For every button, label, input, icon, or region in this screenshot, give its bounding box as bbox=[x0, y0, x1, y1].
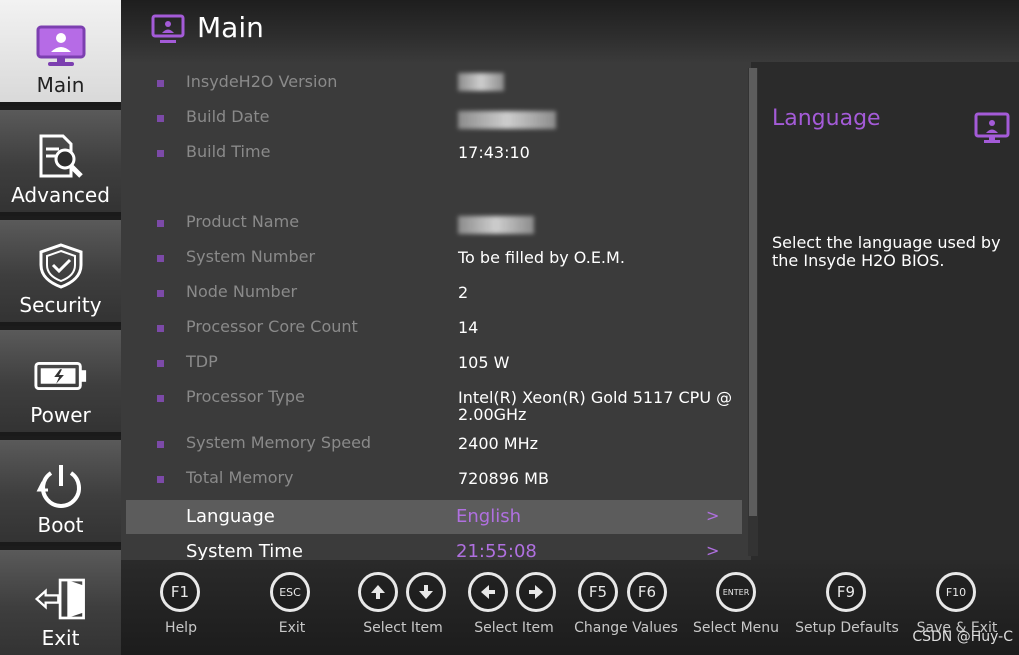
row-label: Total Memory bbox=[186, 468, 294, 487]
f5-key-icon[interactable]: F5 bbox=[578, 572, 618, 612]
info-row-node-number: Node Number 2 bbox=[121, 282, 751, 317]
info-row-insydeh2o-version: InsydeH2O Version bbox=[121, 72, 751, 107]
sidebar-item-label: Boot bbox=[37, 513, 84, 537]
row-label: Processor Type bbox=[186, 387, 305, 406]
row-value: Intel(R) Xeon(R) Gold 5117 CPU @ 2.00GHz bbox=[458, 388, 733, 424]
key-label-change-values: Change Values bbox=[574, 620, 678, 636]
help-title: Language bbox=[772, 106, 881, 131]
arrow-up-icon[interactable] bbox=[358, 572, 398, 612]
info-row-build-time: Build Time 17:43:10 bbox=[121, 142, 751, 177]
key-label-setup-defaults: Setup Defaults bbox=[795, 620, 899, 636]
help-panel: Language Select the language used by the… bbox=[758, 62, 1019, 560]
arrow-right-icon[interactable] bbox=[516, 572, 556, 612]
info-row-processor-type: Processor Type Intel(R) Xeon(R) Gold 511… bbox=[121, 387, 751, 432]
monitor-icon bbox=[974, 112, 1010, 146]
exit-door-icon bbox=[33, 575, 89, 623]
sidebar-item-label: Exit bbox=[41, 626, 80, 650]
chevron-right-icon: > bbox=[706, 541, 720, 560]
sidebar-item-boot[interactable]: Boot bbox=[0, 440, 121, 546]
key-label-select-item: Select Item bbox=[363, 620, 443, 636]
row-label: Processor Core Count bbox=[186, 317, 358, 336]
row-value: 17:43:10 bbox=[458, 143, 530, 162]
esc-key-icon[interactable]: ESC bbox=[270, 572, 310, 612]
monitor-icon bbox=[151, 14, 185, 46]
option-value: English bbox=[456, 506, 521, 527]
f10-key-icon[interactable]: F10 bbox=[936, 572, 976, 612]
row-value: To be filled by O.E.M. bbox=[458, 248, 625, 267]
info-row-build-date: Build Date bbox=[121, 107, 751, 142]
sidebar-item-advanced[interactable]: Advanced bbox=[0, 110, 121, 216]
row-label: InsydeH2O Version bbox=[186, 72, 338, 91]
sidebar-item-exit[interactable]: Exit bbox=[0, 550, 121, 655]
bullet-marker bbox=[157, 476, 164, 483]
bullet-marker bbox=[157, 220, 164, 227]
sidebar-item-security[interactable]: Security bbox=[0, 220, 121, 326]
sidebar-item-label: Advanced bbox=[11, 183, 110, 207]
row-value: 2400 MHz bbox=[458, 434, 539, 453]
sidebar-item-label: Security bbox=[19, 293, 102, 317]
main-settings-list: InsydeH2O Version Build Date Build Time … bbox=[121, 62, 751, 562]
sidebar-item-main[interactable]: Main bbox=[0, 0, 121, 106]
row-value: 2 bbox=[458, 283, 469, 302]
row-label: Product Name bbox=[186, 212, 300, 231]
redacted-value bbox=[458, 111, 556, 129]
info-row-total-memory: Total Memory 720896 MB bbox=[121, 468, 751, 503]
key-label-help: Help bbox=[165, 620, 197, 636]
sidebar-item-label: Power bbox=[30, 403, 91, 427]
sidebar-item-power[interactable]: Power bbox=[0, 330, 121, 436]
option-value: 21:55:08 bbox=[456, 541, 537, 562]
row-label: Build Time bbox=[186, 142, 271, 161]
redacted-value bbox=[458, 216, 534, 234]
key-label-select-item: Select Item bbox=[474, 620, 554, 636]
bullet-marker bbox=[157, 150, 164, 157]
sidebar-item-label: Main bbox=[36, 73, 85, 97]
row-value: 105 W bbox=[458, 353, 510, 372]
row-value: 14 bbox=[458, 318, 479, 337]
f1-key-icon[interactable]: F1 bbox=[160, 572, 200, 612]
battery-icon bbox=[33, 352, 89, 400]
bullet-marker bbox=[157, 290, 164, 297]
page-header: Main bbox=[121, 0, 1019, 62]
document-search-icon bbox=[33, 132, 89, 180]
scrollbar-thumb[interactable] bbox=[749, 68, 757, 516]
row-label: Build Date bbox=[186, 107, 270, 126]
arrow-left-icon[interactable] bbox=[468, 572, 508, 612]
shield-check-icon bbox=[33, 242, 89, 290]
bullet-marker bbox=[157, 360, 164, 367]
f9-key-icon[interactable]: F9 bbox=[826, 572, 866, 612]
option-label: System Time bbox=[186, 541, 303, 562]
key-label-exit: Exit bbox=[278, 620, 306, 636]
bullet-marker bbox=[157, 255, 164, 262]
help-description: Select the language used by the Insyde H… bbox=[772, 233, 1001, 270]
row-label: Node Number bbox=[186, 282, 298, 301]
info-row-system-memory-speed: System Memory Speed 2400 MHz bbox=[121, 433, 751, 468]
info-row-tdp: TDP 105 W bbox=[121, 352, 751, 387]
key-label-select-menu: Select Menu bbox=[692, 620, 780, 636]
row-label: TDP bbox=[186, 352, 218, 371]
redacted-value bbox=[458, 73, 504, 91]
hotkey-bar: F1 Help ESC Exit Select Item Select Item… bbox=[121, 560, 1019, 655]
monitor-icon bbox=[33, 22, 89, 70]
enter-key-icon[interactable]: ENTER bbox=[716, 572, 756, 612]
bullet-marker bbox=[157, 80, 164, 87]
bullet-marker bbox=[157, 441, 164, 448]
row-label: System Memory Speed bbox=[186, 433, 372, 452]
bullet-marker bbox=[157, 115, 164, 122]
f6-key-icon[interactable]: F6 bbox=[627, 572, 667, 612]
sidebar-nav: Main Advanced Security Power Boot Exit bbox=[0, 0, 121, 655]
row-label: System Number bbox=[186, 247, 316, 266]
info-row-product-name: Product Name bbox=[121, 212, 751, 247]
option-label: Language bbox=[186, 506, 275, 527]
watermark-text: CSDN @Huy-C bbox=[912, 629, 1013, 645]
info-row-system-number: System Number To be filled by O.E.M. bbox=[121, 247, 751, 282]
bullet-marker bbox=[157, 325, 164, 332]
arrow-down-icon[interactable] bbox=[406, 572, 446, 612]
page-title: Main bbox=[197, 11, 264, 44]
row-value: 720896 MB bbox=[458, 469, 549, 488]
option-language[interactable]: Language English > bbox=[126, 500, 742, 534]
power-icon bbox=[33, 462, 89, 510]
bullet-marker bbox=[157, 395, 164, 402]
info-row-processor-core-count: Processor Core Count 14 bbox=[121, 317, 751, 352]
chevron-right-icon: > bbox=[706, 506, 720, 525]
